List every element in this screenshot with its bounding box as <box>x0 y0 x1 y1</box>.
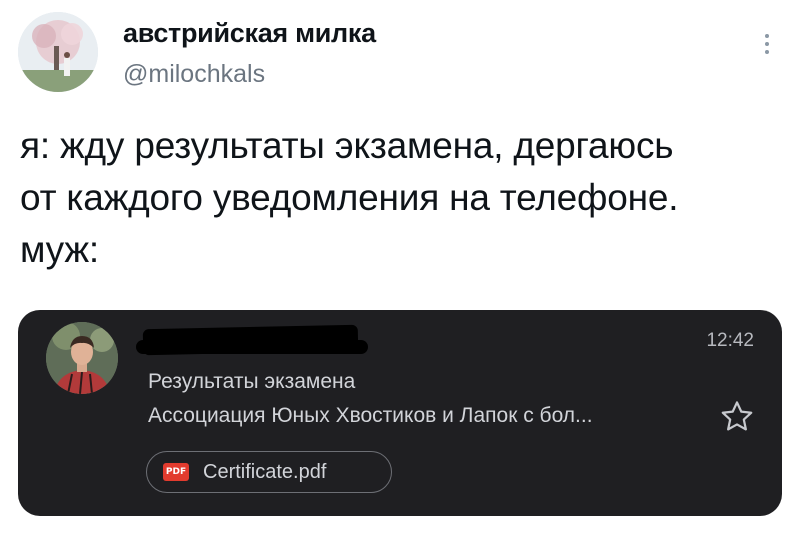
tweet-text-line: муж: <box>20 229 99 270</box>
author-avatar[interactable] <box>18 12 98 92</box>
attachment-chip[interactable]: PDF Certificate.pdf <box>146 451 392 493</box>
more-vertical-icon[interactable] <box>760 30 774 70</box>
redacted-sender <box>136 340 368 354</box>
tweet-text: я: жду результаты экзамена, дергаюсь от … <box>20 120 780 276</box>
star-outline-icon[interactable] <box>718 398 756 436</box>
author-handle[interactable]: @milochkals <box>123 60 265 89</box>
notification-time: 12:42 <box>706 330 754 351</box>
email-subject: Результаты экзамена <box>148 370 356 393</box>
tweet-text-line: я: жду результаты экзамена, дергаюсь <box>20 125 674 166</box>
sender-avatar <box>46 322 118 394</box>
attachment-filename: Certificate.pdf <box>203 461 327 483</box>
email-snippet: Ассоциация Юных Хвостиков и Лапок с бол.… <box>148 404 593 427</box>
author-display-name[interactable]: австрийская милка <box>123 18 376 49</box>
pdf-file-icon: PDF <box>163 463 189 481</box>
tweet-text-line: от каждого уведомления на телефоне. <box>20 177 679 218</box>
tweet-header: австрийская милка @milochkals <box>18 10 782 100</box>
email-notification-card[interactable]: 12:42 Результаты экзамена Ассоциация Юны… <box>18 310 782 516</box>
